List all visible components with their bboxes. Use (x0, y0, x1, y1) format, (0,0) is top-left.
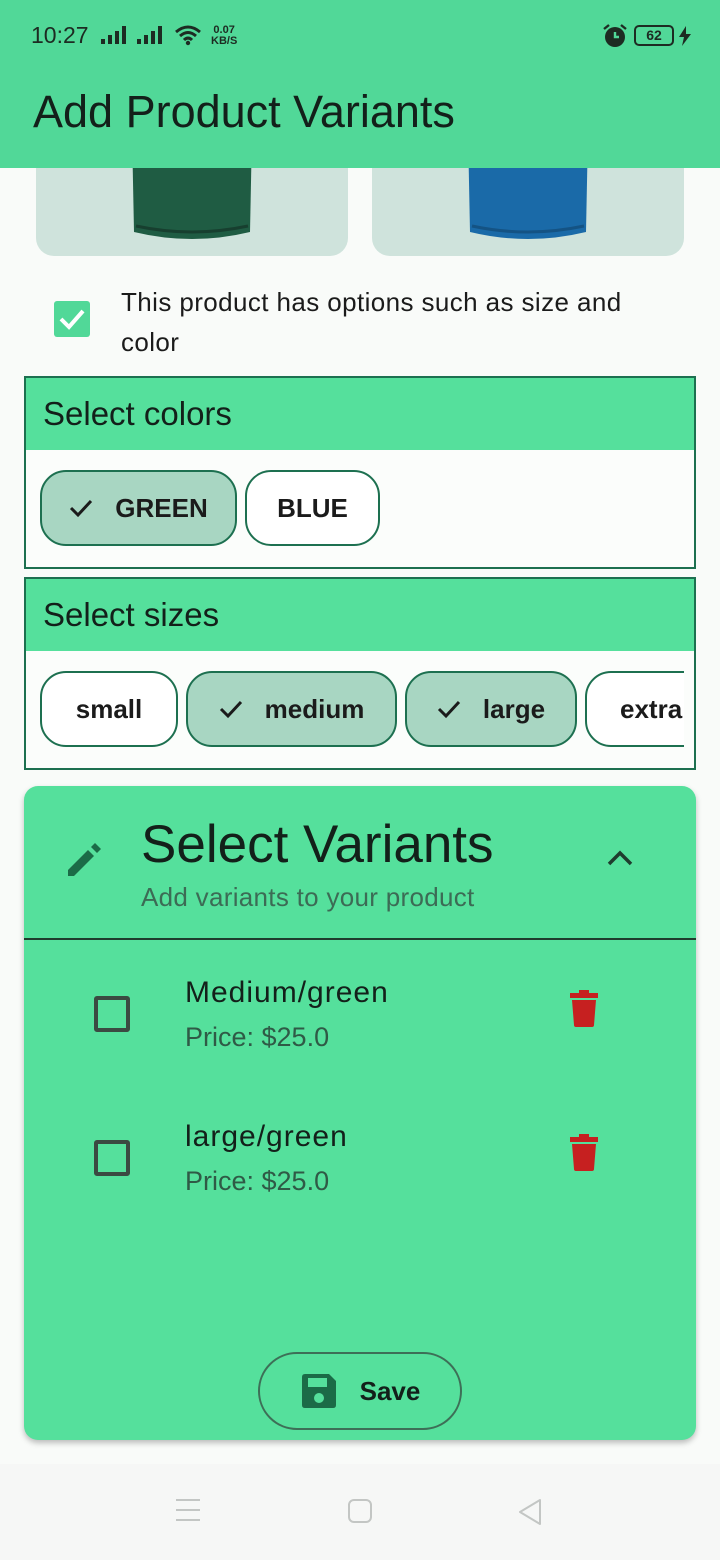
back-icon[interactable] (517, 1498, 543, 1526)
chip-label: medium (264, 693, 365, 724)
size-chips: small medium large extra (26, 651, 694, 768)
charging-icon (679, 26, 691, 46)
alarm-icon (603, 24, 627, 47)
check-icon (437, 700, 461, 719)
chip-label: GREEN (115, 492, 208, 523)
speed-unit: KB/S (211, 35, 238, 47)
size-chips-scroll[interactable]: small medium large extra (26, 651, 684, 768)
chip-label: BLUE (277, 492, 348, 523)
variant-price: Price: $25.0 (185, 1166, 330, 1196)
select-variants-panel: Select Variants Add variants to your pro… (24, 786, 696, 1440)
size-chip-medium[interactable]: medium (186, 671, 397, 747)
trash-icon[interactable] (569, 988, 599, 1028)
check-icon (59, 309, 85, 330)
size-chip-small[interactable]: small (40, 671, 178, 747)
color-chip-green[interactable]: GREEN (40, 470, 237, 546)
app-bar: 10:27 0.07 KB/S 62 Add Product Variants (0, 0, 720, 168)
has-options-label: This product has options such as size an… (121, 287, 622, 357)
status-time: 10:27 (31, 22, 89, 48)
network-speed: 0.07 KB/S (211, 25, 237, 47)
size-chip-extra[interactable]: extra (585, 671, 684, 747)
chevron-up-icon[interactable] (604, 848, 636, 868)
trash-icon[interactable] (569, 1132, 599, 1172)
variants-subtitle: Add variants to your product (141, 882, 475, 912)
select-sizes-panel: Select sizes small medium large extra (24, 577, 696, 770)
variant-checkbox[interactable] (94, 996, 130, 1032)
battery-level: 62 (646, 27, 662, 43)
color-chip-blue[interactable]: BLUE (245, 470, 380, 546)
variant-row: Medium/green Price: $25.0 (24, 976, 696, 1076)
status-bar: 10:27 0.07 KB/S 62 (0, 0, 720, 72)
chip-label: small (75, 693, 143, 724)
chip-label: extra (620, 693, 683, 724)
variant-price: Price: $25.0 (185, 1022, 330, 1052)
select-colors-heading: Select colors (26, 378, 694, 450)
divider (24, 938, 696, 940)
save-icon (301, 1374, 336, 1408)
select-sizes-heading: Select sizes (26, 579, 694, 651)
options-row: This product has options such as size an… (0, 282, 720, 362)
color-chips: GREEN BLUE (26, 450, 694, 567)
page-title: Add Product Variants (33, 86, 455, 137)
variant-row: large/green Price: $25.0 (24, 1120, 696, 1220)
save-button[interactable]: Save (258, 1352, 462, 1430)
size-chip-large[interactable]: large (405, 671, 577, 747)
save-label: Save (359, 1375, 421, 1406)
signal-icon (101, 26, 126, 44)
variants-title: Select Variants (141, 815, 494, 874)
has-options-checkbox[interactable] (54, 301, 90, 337)
battery-icon: 62 (634, 25, 674, 46)
check-icon (70, 499, 93, 518)
variant-name: large/green (185, 1120, 348, 1153)
home-icon[interactable] (347, 1498, 373, 1524)
wifi-icon (175, 25, 201, 46)
signal-icon (137, 26, 162, 44)
chip-label: large (482, 693, 546, 724)
system-nav-bar (0, 1464, 720, 1560)
variant-checkbox[interactable] (94, 1140, 130, 1176)
menu-icon[interactable] (175, 1498, 201, 1522)
pencil-icon (68, 843, 101, 876)
select-colors-panel: Select colors GREEN BLUE (24, 376, 696, 569)
check-icon (219, 700, 242, 719)
variant-name: Medium/green (185, 976, 389, 1009)
